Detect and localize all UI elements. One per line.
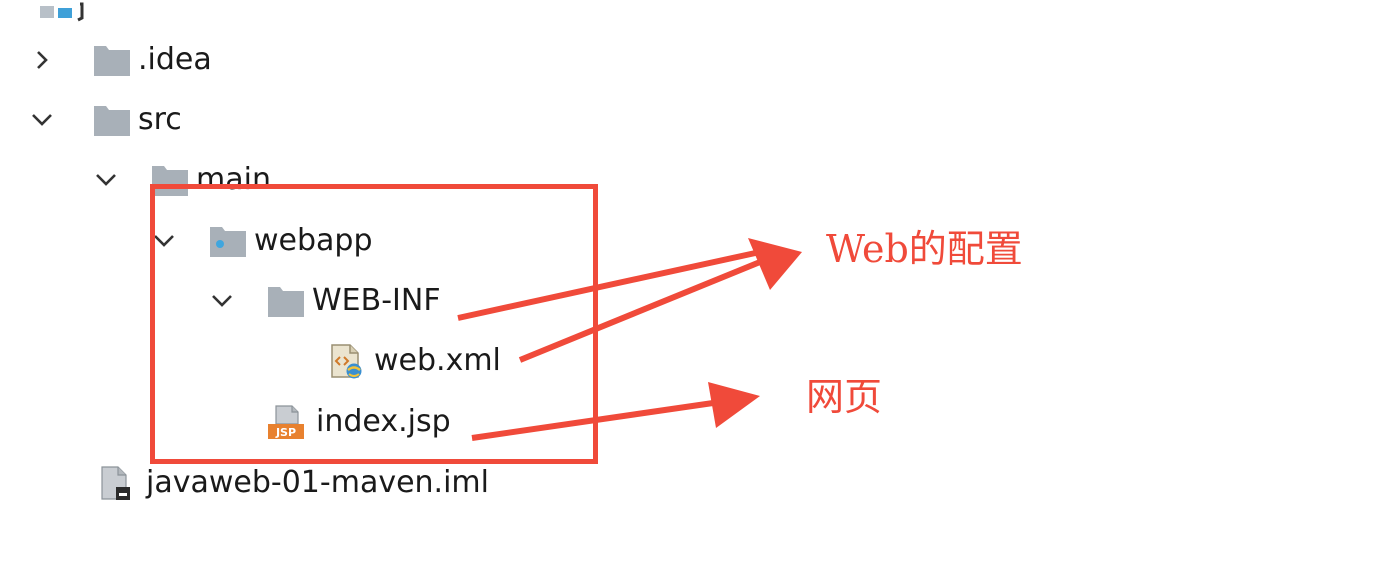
arrowhead-webpage: [708, 382, 760, 428]
arrowhead-config: [748, 238, 802, 290]
tree-item-main[interactable]: main: [96, 155, 271, 205]
folder-icon: [150, 162, 190, 198]
arrow-webinf-to-config: [457, 249, 761, 321]
tree-item-label: web.xml: [374, 343, 501, 378]
tree-item-idea[interactable]: .idea: [37, 35, 212, 85]
arrow-indexjsp-to-webpage: [471, 399, 721, 441]
tree-item-label: WEB-INF: [312, 283, 441, 318]
annotation-webpage: 网页: [806, 375, 883, 419]
folder-icon: [92, 42, 132, 78]
jsp-badge-text: JSP: [275, 426, 296, 439]
tree-item-src[interactable]: src: [32, 95, 182, 145]
annotation-web-config: Web的配置: [826, 227, 1023, 271]
folder-icon: [266, 283, 306, 319]
tree-item-iml[interactable]: javaweb-01-maven.iml: [96, 458, 489, 508]
tree-item-label: index.jsp: [316, 404, 451, 439]
tree-item-webapp[interactable]: webapp: [154, 216, 373, 266]
tree-item-label: .idea: [138, 42, 212, 77]
chevron-down-icon[interactable]: [94, 168, 118, 192]
iml-file-icon: [96, 465, 140, 501]
tree-item-web-inf[interactable]: WEB-INF: [212, 276, 441, 326]
cropped-toolbar-fragment: [36, 0, 96, 22]
tree-item-label: javaweb-01-maven.iml: [146, 465, 489, 500]
web-folder-icon: [208, 223, 248, 259]
chevron-right-icon[interactable]: [30, 48, 54, 72]
chevron-down-icon[interactable]: [30, 108, 54, 132]
chevron-down-icon[interactable]: [210, 289, 234, 313]
arrow-webxml-to-config: [518, 259, 762, 363]
tree-item-index-jsp[interactable]: JSP index.jsp: [266, 397, 451, 447]
tree-item-label: main: [196, 162, 271, 197]
tree-item-web-xml[interactable]: web.xml: [326, 336, 501, 386]
chevron-down-icon[interactable]: [152, 229, 176, 253]
folder-icon: [92, 102, 132, 138]
jsp-file-icon: JSP: [266, 404, 310, 440]
xml-config-file-icon: [326, 343, 368, 379]
tree-item-label: webapp: [254, 223, 373, 258]
tree-item-label: src: [138, 102, 182, 137]
